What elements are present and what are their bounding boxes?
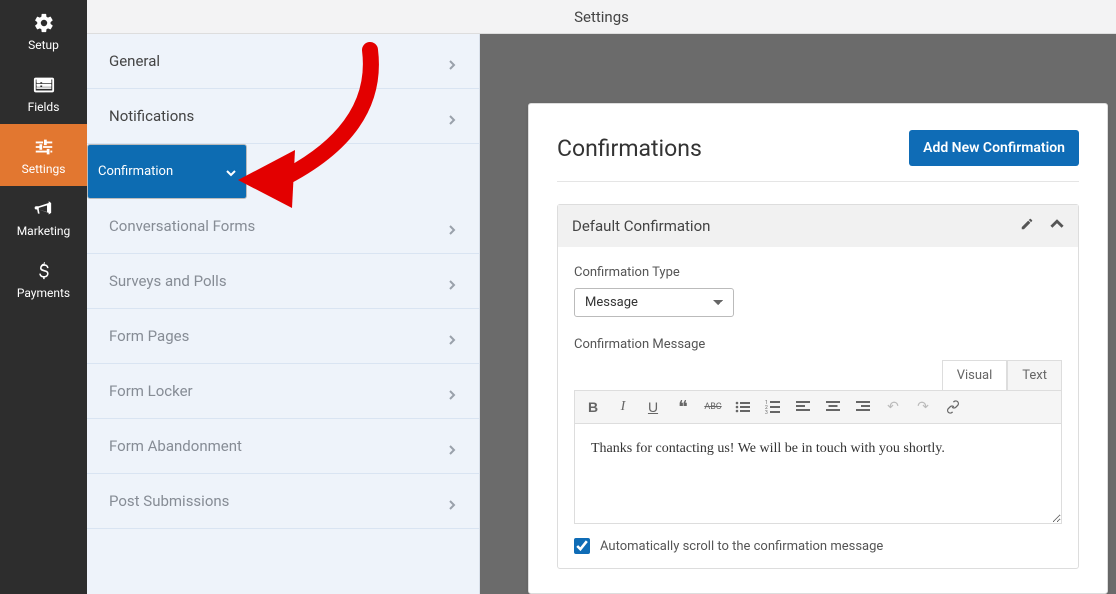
- svg-text:3: 3: [765, 410, 768, 414]
- strike-icon[interactable]: ABC: [703, 397, 723, 417]
- menu-item-form-locker[interactable]: Form Locker: [87, 364, 479, 419]
- chevron-right-icon: [447, 441, 457, 451]
- confirmation-message-editor[interactable]: Thanks for contacting us! We will be in …: [574, 424, 1062, 524]
- quote-icon[interactable]: ❝: [673, 397, 693, 417]
- chevron-right-icon: [447, 221, 457, 231]
- italic-icon[interactable]: I: [613, 397, 633, 417]
- add-new-confirmation-button[interactable]: Add New Confirmation: [909, 130, 1079, 166]
- underline-icon[interactable]: U: [643, 397, 663, 417]
- list-icon: [33, 74, 55, 96]
- number-list-icon[interactable]: 123: [763, 397, 783, 417]
- menu-item-form-abandonment[interactable]: Form Abandonment: [87, 419, 479, 474]
- link-icon[interactable]: [943, 397, 963, 417]
- auto-scroll-checkbox[interactable]: [574, 538, 590, 554]
- chevron-right-icon: [447, 331, 457, 341]
- nav-label: Payments: [17, 286, 70, 300]
- menu-item-form-pages[interactable]: Form Pages: [87, 309, 479, 364]
- menu-item-general[interactable]: General: [87, 34, 479, 89]
- menu-item-conversational-forms[interactable]: Conversational Forms: [87, 199, 479, 254]
- editor-toolbar: B I U ❝ ABC 123: [574, 390, 1062, 424]
- chevron-right-icon: [447, 111, 457, 121]
- bold-icon[interactable]: B: [583, 397, 603, 417]
- chevron-right-icon: [447, 496, 457, 506]
- nav-item-settings[interactable]: Settings: [0, 124, 87, 186]
- menu-item-post-submissions[interactable]: Post Submissions: [87, 474, 479, 529]
- nav-rail: Setup Fields Settings Marketing Payments: [0, 0, 87, 594]
- confirmation-card: Default Confirmation Confirmation Type M…: [557, 204, 1079, 569]
- confirmation-type-select[interactable]: Message: [574, 288, 734, 317]
- confirmations-panel: Confirmations Add New Confirmation Defau…: [528, 103, 1108, 594]
- nav-label: Setup: [28, 38, 59, 52]
- chevron-right-icon: [447, 56, 457, 66]
- editor-tab-text[interactable]: Text: [1007, 360, 1062, 390]
- chevron-up-icon[interactable]: [1050, 217, 1064, 235]
- nav-item-setup[interactable]: Setup: [0, 0, 87, 62]
- nav-label: Settings: [22, 162, 66, 176]
- undo-icon[interactable]: ↶: [883, 397, 903, 417]
- bullhorn-icon: [33, 198, 55, 220]
- menu-item-notifications[interactable]: Notifications: [87, 89, 479, 144]
- align-center-icon[interactable]: [823, 397, 843, 417]
- settings-menu: General Notifications Confirmation Conve…: [87, 34, 480, 594]
- dollar-icon: [33, 260, 55, 282]
- auto-scroll-row[interactable]: Automatically scroll to the confirmation…: [574, 538, 1062, 554]
- gear-icon: [33, 12, 55, 34]
- align-left-icon[interactable]: [793, 397, 813, 417]
- panel-heading: Confirmations: [557, 135, 702, 162]
- nav-item-marketing[interactable]: Marketing: [0, 186, 87, 248]
- nav-label: Fields: [28, 100, 60, 114]
- chevron-right-icon: [447, 276, 457, 286]
- chevron-down-icon: [226, 167, 236, 177]
- card-title: Default Confirmation: [572, 217, 710, 235]
- page-title: Settings: [87, 0, 1116, 34]
- align-right-icon[interactable]: [853, 397, 873, 417]
- menu-item-confirmation[interactable]: Confirmation: [87, 144, 247, 199]
- confirmation-type-label: Confirmation Type: [574, 265, 1062, 280]
- nav-label: Marketing: [17, 224, 71, 238]
- nav-item-payments[interactable]: Payments: [0, 248, 87, 310]
- auto-scroll-label: Automatically scroll to the confirmation…: [600, 539, 883, 554]
- redo-icon[interactable]: ↷: [913, 397, 933, 417]
- editor-tab-visual[interactable]: Visual: [942, 360, 1008, 390]
- sliders-icon: [33, 136, 55, 158]
- chevron-right-icon: [447, 386, 457, 396]
- confirmation-message-label: Confirmation Message: [574, 337, 1062, 352]
- edit-icon[interactable]: [1020, 217, 1034, 235]
- bullet-list-icon[interactable]: [733, 397, 753, 417]
- nav-item-fields[interactable]: Fields: [0, 62, 87, 124]
- menu-item-surveys[interactable]: Surveys and Polls: [87, 254, 479, 309]
